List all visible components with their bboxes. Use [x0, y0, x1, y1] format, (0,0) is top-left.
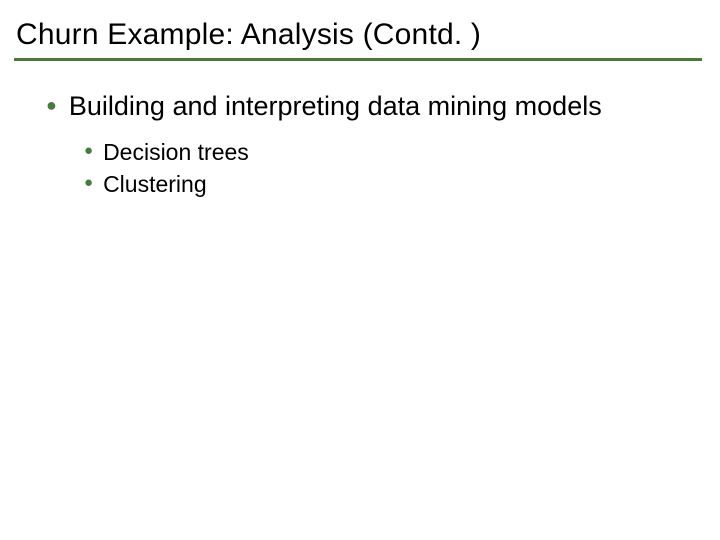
title-underline — [14, 58, 702, 61]
bullet-dot-icon: ● — [84, 137, 93, 165]
bullet-level2: ● Clustering — [84, 169, 704, 199]
bullet-text: Clustering — [103, 169, 207, 199]
bullet-dot-icon: ● — [84, 169, 93, 197]
slide-content: ● Building and interpreting data mining … — [16, 89, 704, 199]
bullet-dot-icon: ● — [46, 89, 57, 121]
slide-title: Churn Example: Analysis (Contd. ) — [16, 18, 704, 52]
bullet-text: Building and interpreting data mining mo… — [69, 89, 602, 123]
bullet-text: Decision trees — [103, 137, 249, 167]
bullet-level2: ● Decision trees — [84, 137, 704, 167]
sub-bullet-list: ● Decision trees ● Clustering — [26, 137, 704, 199]
bullet-level1: ● Building and interpreting data mining … — [26, 89, 704, 123]
